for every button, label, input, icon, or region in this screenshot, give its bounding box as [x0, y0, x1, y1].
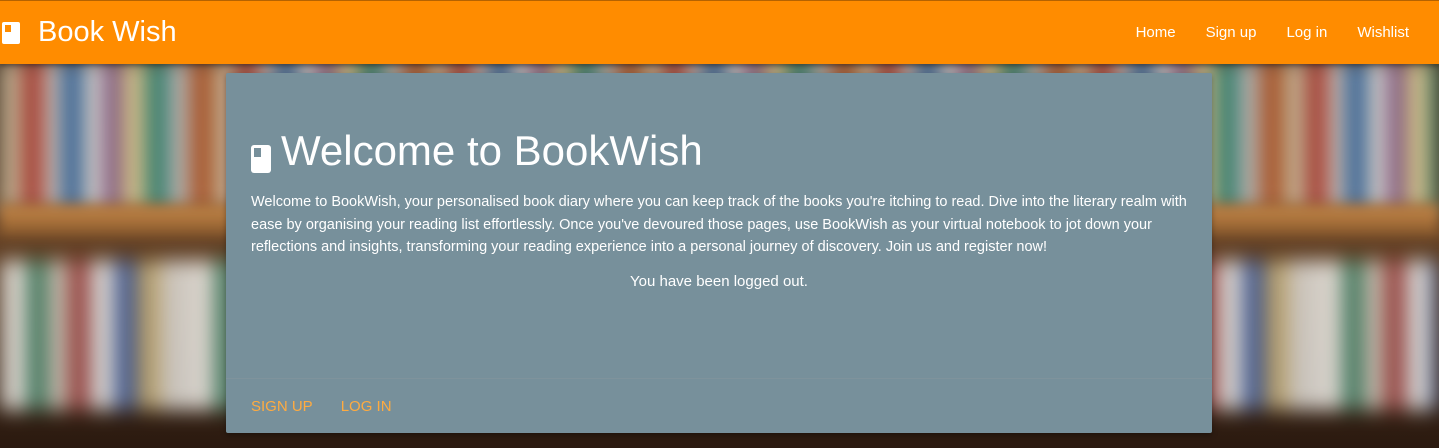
nav-login-link[interactable]: Log in: [1271, 24, 1342, 41]
intro-paragraph: Welcome to BookWish, your personalised b…: [251, 194, 1187, 255]
top-navbar: Book Wish Home Sign up Log in Wishlist: [0, 0, 1439, 64]
nav-signup-link[interactable]: Sign up: [1191, 24, 1272, 41]
brand-name: Book Wish: [38, 16, 177, 48]
card-title: Welcome to BookWish: [251, 129, 1187, 173]
signup-action-link[interactable]: SIGN UP: [251, 398, 313, 415]
login-action-link[interactable]: LOG IN: [341, 398, 392, 415]
nav-wishlist-link[interactable]: Wishlist: [1342, 24, 1424, 41]
card-title-text: Welcome to BookWish: [281, 127, 703, 174]
welcome-card: Welcome to BookWish Welcome to BookWish,…: [226, 73, 1212, 433]
brand-logo-link[interactable]: Book Wish: [0, 1, 177, 65]
book-icon: [251, 137, 271, 173]
nav-links: Home Sign up Log in Wishlist: [1121, 1, 1439, 65]
card-content: Welcome to BookWish Welcome to BookWish,…: [226, 73, 1212, 290]
card-actions: SIGN UP LOG IN: [226, 378, 1212, 433]
nav-home-link[interactable]: Home: [1121, 24, 1191, 41]
logout-status-message: You have been logged out.: [630, 272, 808, 290]
book-icon: [2, 21, 20, 44]
